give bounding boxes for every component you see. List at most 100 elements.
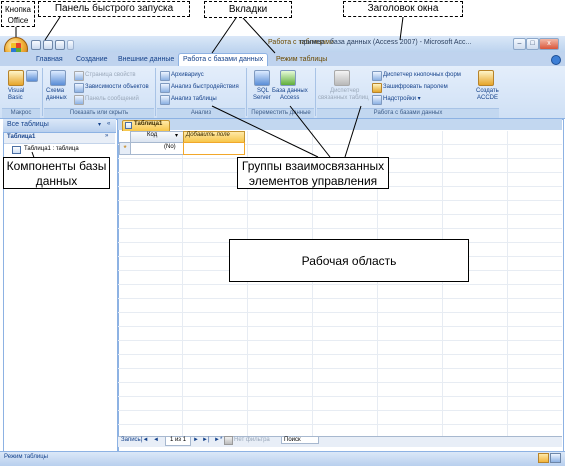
document-tab-strip [118, 119, 562, 130]
status-text: Режим таблицы [4, 454, 48, 460]
callout-tabs: Вкладки [204, 1, 292, 18]
group-show-hide-label: Показать или скрыть [44, 108, 154, 118]
callout-db-components: Компоненты базы данных [3, 157, 110, 189]
ribbon-separator [246, 68, 247, 116]
linked-table-manager-icon[interactable] [334, 70, 350, 86]
maximize-button[interactable]: □ [526, 38, 539, 50]
callout-office-button-line1: Кнопка [5, 5, 31, 14]
callout-work-area: Рабочая область [229, 239, 469, 282]
datasheet-view-icon[interactable] [538, 453, 549, 463]
sql-server-label-1: SQL [257, 88, 270, 94]
table-icon [125, 122, 132, 129]
make-accde-label-2: ACCDE [477, 95, 499, 101]
ribbon-separator [42, 68, 43, 116]
callout-quick-access-toolbar: Панель быстрого запуска [38, 1, 190, 17]
callout-office-button-line2: Office [7, 16, 29, 25]
switchboard-manager-icon[interactable] [372, 71, 382, 81]
sql-server-label-2: Server [253, 95, 271, 101]
document-tab-label: Таблица1 [134, 121, 163, 127]
group-database-tools-label: Работа с базами данных [317, 108, 499, 118]
first-record-button[interactable]: |◄ [141, 437, 149, 443]
last-record-button[interactable]: ►| [202, 437, 210, 443]
linked-table-manager-label-1: Диспетчер [330, 88, 360, 94]
access-database-icon[interactable] [280, 70, 296, 86]
ribbon-separator [315, 68, 316, 116]
analyze-performance-icon[interactable] [160, 83, 170, 93]
tab-home[interactable]: Главная [32, 54, 67, 66]
tab-database-tools[interactable]: Работа с базами данных [178, 53, 269, 67]
analyze-performance-label[interactable]: Анализ быстродействия [171, 84, 239, 91]
relationships-label-1: Схема [46, 88, 65, 94]
documenter-label[interactable]: Архивариус [171, 72, 204, 79]
documenter-icon[interactable] [160, 71, 170, 81]
relationships-icon[interactable] [50, 70, 66, 86]
search-input[interactable]: Поиск [281, 436, 319, 444]
make-accde-icon[interactable] [478, 70, 494, 86]
visual-basic-icon[interactable] [8, 70, 24, 86]
prev-record-button[interactable]: ◄ [153, 437, 159, 443]
table-icon [12, 146, 21, 154]
chevron-down-icon[interactable]: ▾ [175, 132, 178, 139]
chevron-down-icon[interactable]: ▾ [98, 121, 101, 128]
property-sheet-label[interactable]: Страница свойств [85, 72, 136, 79]
undo-icon[interactable] [43, 40, 53, 50]
tab-external-data[interactable]: Внешние данные [114, 54, 178, 66]
design-view-icon[interactable] [550, 453, 561, 463]
run-macro-icon[interactable] [26, 70, 38, 82]
record-label: Запись: [121, 437, 143, 443]
callout-db-components-line2: данных [35, 174, 78, 188]
cell-id[interactable] [130, 142, 184, 155]
callout-window-title: Заголовок окна [343, 1, 463, 17]
property-sheet-icon[interactable] [74, 71, 84, 81]
addins-label[interactable]: Надстройки ▾ [383, 96, 421, 103]
window-title: пример : база данных (Access 2007) - Mic… [300, 39, 472, 46]
callout-control-groups-line1: Группы взаимосвязанных [241, 159, 385, 173]
nav-group-label: Таблица1 [7, 134, 36, 140]
group-analyze-label: Анализ [157, 108, 245, 118]
new-record-button[interactable]: ►* [214, 437, 222, 443]
relationships-label-2: данных [46, 95, 67, 101]
navigation-pane-title: Все таблицы [7, 121, 49, 128]
record-position-input[interactable]: 1 из 1 [165, 436, 191, 446]
filter-icon [224, 436, 233, 445]
tab-datasheet[interactable]: Режим таблицы [272, 54, 331, 66]
message-bar-label[interactable]: Панель сообщений [85, 96, 139, 103]
make-accde-label-1: Создать [476, 88, 499, 94]
addins-icon[interactable] [372, 95, 382, 105]
group-macro-label: Макрос [2, 108, 40, 118]
linked-table-manager-label-2: связанных таблиц [318, 95, 369, 101]
group-move-data-label: Переместить данные [248, 108, 314, 118]
callout-db-components-line1: Компоненты базы [6, 159, 107, 173]
callout-control-groups: Группы взаимосвязанных элементов управле… [237, 157, 389, 189]
cell-add-field[interactable] [183, 142, 245, 155]
redo-icon[interactable] [55, 40, 65, 50]
qat-customize-icon[interactable] [67, 40, 74, 50]
next-record-button[interactable]: ► [193, 437, 199, 443]
callout-control-groups-line2: элементов управления [248, 174, 378, 188]
access-database-label-1: База данных [272, 88, 308, 94]
visual-basic-label-2: Basic [8, 95, 23, 101]
encrypt-password-icon[interactable] [372, 83, 382, 93]
message-bar-checkbox[interactable] [74, 95, 84, 105]
minimize-button[interactable]: – [513, 38, 526, 50]
object-dependencies-label[interactable]: Зависимости объектов [85, 84, 149, 91]
save-icon[interactable] [31, 40, 41, 50]
visual-basic-label-1: Visual [8, 88, 25, 94]
object-dependencies-icon[interactable] [74, 83, 84, 93]
column-header-id-label: Код [147, 132, 158, 138]
column-header-add-field-label: Добавить поле [186, 132, 230, 138]
callout-office-button: Кнопка Office [1, 1, 35, 27]
analyze-table-icon[interactable] [160, 95, 170, 105]
encrypt-password-label[interactable]: Зашифровать паролем [383, 84, 448, 91]
help-icon[interactable] [551, 55, 561, 65]
filter-status[interactable]: Нет фильтра [234, 437, 270, 443]
switchboard-manager-label[interactable]: Диспетчер кнопочных форм [383, 72, 461, 79]
collapse-pane-icon[interactable]: « [107, 121, 110, 127]
collapse-group-icon[interactable]: » [105, 133, 108, 139]
status-bar [0, 451, 565, 466]
analyze-table-label[interactable]: Анализ таблицы [171, 96, 217, 103]
sql-server-icon[interactable] [254, 70, 270, 86]
tab-create[interactable]: Создание [72, 54, 112, 66]
nav-item-table1[interactable]: Таблица1 : таблица [24, 146, 79, 152]
close-button[interactable]: x [539, 38, 559, 50]
